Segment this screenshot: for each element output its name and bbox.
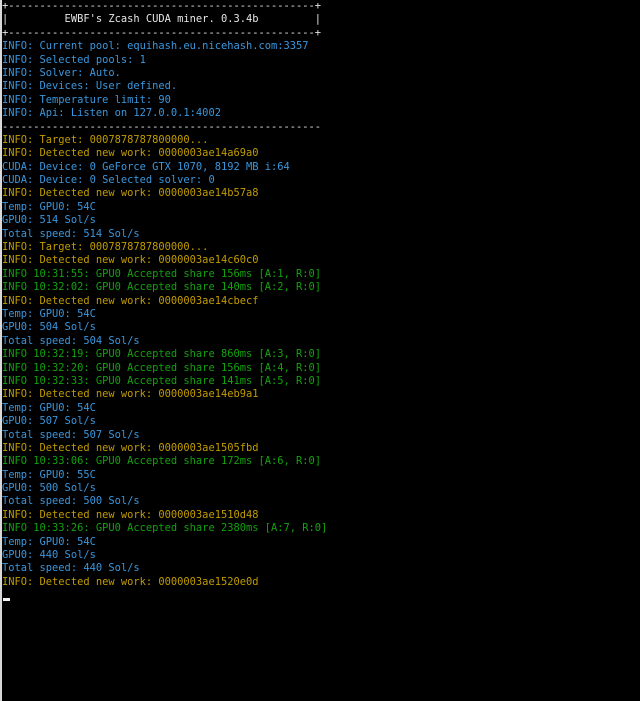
console-line: INFO 10:33:06: GPU0 Accepted share 172ms…: [2, 455, 322, 468]
console-line: INFO: Detected new work: 0000003ae1520e0…: [2, 575, 259, 588]
console-line: +---------------------------------------…: [2, 26, 322, 39]
console-line: Temp: GPU0: 54C: [2, 200, 96, 213]
console-line: CUDA: Device: 0 GeForce GTX 1070, 8192 M…: [2, 160, 290, 173]
console-line: INFO: Detected new work: 0000003ae14cbec…: [2, 294, 259, 307]
console-line: INFO 10:32:20: GPU0 Accepted share 156ms…: [2, 361, 322, 374]
console-line: INFO 10:32:33: GPU0 Accepted share 141ms…: [2, 374, 322, 387]
console-line: ----------------------------------------…: [2, 120, 322, 133]
console-line: Temp: GPU0: 54C: [2, 535, 96, 548]
console-line: Temp: GPU0: 54C: [2, 401, 96, 414]
console-line: INFO: Temperature limit: 90: [2, 93, 171, 106]
console-line: INFO: Devices: User defined.: [2, 80, 178, 93]
console-line: INFO: Detected new work: 0000003ae14a69a…: [2, 147, 259, 160]
console-line: INFO: Api: Listen on 127.0.0.1:4002: [2, 107, 221, 120]
console-line: INFO: Current pool: equihash.eu.nicehash…: [2, 40, 309, 53]
console-line: Total speed: 440 Sol/s: [2, 562, 140, 575]
console-line: | EWBF's Zcash CUDA miner. 0.3.4b |: [2, 13, 322, 26]
console-line: INFO 10:32:19: GPU0 Accepted share 860ms…: [2, 348, 322, 361]
console-output: +---------------------------------------…: [2, 0, 327, 589]
console-line: INFO: Target: 0007878787800000...: [2, 133, 209, 146]
console-line: GPU0: 514 Sol/s: [2, 214, 96, 227]
console-line: Total speed: 507 Sol/s: [2, 428, 140, 441]
console-line: INFO: Detected new work: 0000003ae14eb9a…: [2, 388, 259, 401]
console-line: Total speed: 514 Sol/s: [2, 227, 140, 240]
console-line: INFO: Detected new work: 0000003ae1505fb…: [2, 441, 259, 454]
console-line: Temp: GPU0: 55C: [2, 468, 96, 481]
console-line: GPU0: 440 Sol/s: [2, 549, 96, 562]
console-line: INFO: Detected new work: 0000003ae14c60c…: [2, 254, 259, 267]
text-cursor: [3, 598, 10, 601]
console-window[interactable]: +---------------------------------------…: [0, 0, 640, 701]
console-line: CUDA: Device: 0 Selected solver: 0: [2, 174, 215, 187]
console-line: INFO 10:32:02: GPU0 Accepted share 140ms…: [2, 281, 322, 294]
console-line: INFO: Detected new work: 0000003ae1510d4…: [2, 508, 259, 521]
console-line: GPU0: 504 Sol/s: [2, 321, 96, 334]
console-line: INFO 10:33:26: GPU0 Accepted share 2380m…: [2, 522, 328, 535]
console-line: INFO: Solver: Auto.: [2, 66, 121, 79]
console-line: INFO: Target: 0007878787800000...: [2, 241, 209, 254]
console-line: Total speed: 500 Sol/s: [2, 495, 140, 508]
console-line: GPU0: 500 Sol/s: [2, 482, 96, 495]
console-line: INFO 10:31:55: GPU0 Accepted share 156ms…: [2, 267, 322, 280]
console-line: Total speed: 504 Sol/s: [2, 334, 140, 347]
console-line: INFO: Selected pools: 1: [2, 53, 146, 66]
console-line: GPU0: 507 Sol/s: [2, 415, 96, 428]
console-line: Temp: GPU0: 54C: [2, 307, 96, 320]
console-line: +---------------------------------------…: [2, 0, 322, 12]
console-line: INFO: Detected new work: 0000003ae14b57a…: [2, 187, 259, 200]
